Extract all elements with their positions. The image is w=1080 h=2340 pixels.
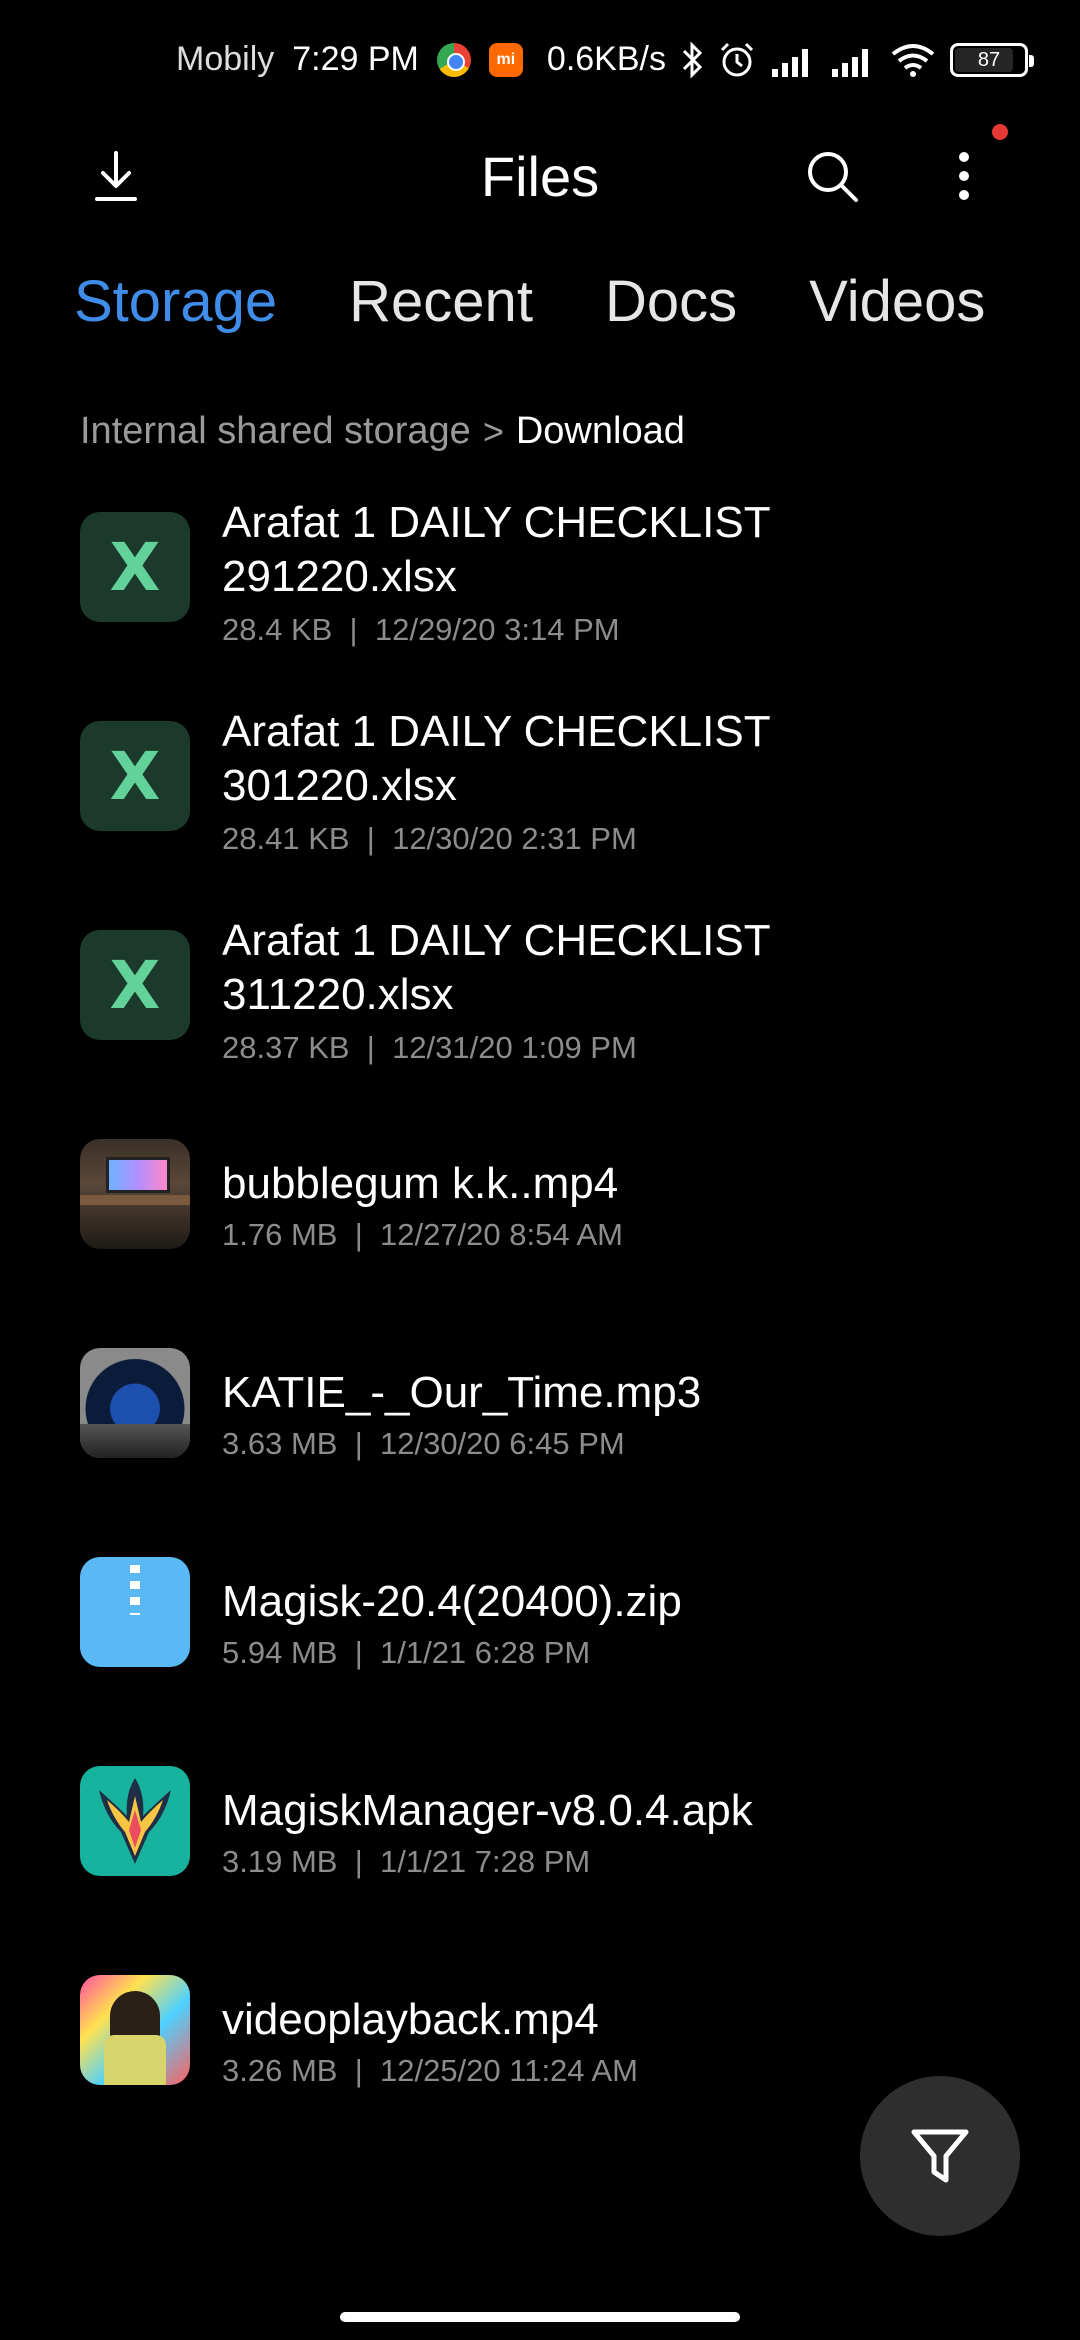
meta-separator: | <box>354 1426 363 1461</box>
more-vert-icon <box>959 152 969 200</box>
meta-separator: | <box>366 1030 375 1065</box>
file-name: videoplayback.mp4 <box>222 1995 599 2044</box>
file-date: 1/1/21 7:28 PM <box>379 1844 591 1879</box>
file-date: 12/30/20 2:31 PM <box>392 821 637 856</box>
mi-icon: mi <box>488 42 523 77</box>
breadcrumb-root[interactable]: Internal shared storage <box>80 410 471 453</box>
file-date: 12/29/20 3:14 PM <box>374 612 620 647</box>
signal-icon-2 <box>832 48 868 77</box>
file-meta: 28.4 KB | 12/29/20 3:14 PM <box>222 612 620 648</box>
file-date: 1/1/21 6:28 PM <box>379 1635 591 1670</box>
battery-icon: 87 <box>950 42 1034 77</box>
chrome-icon <box>436 42 471 77</box>
meta-separator: | <box>354 1217 363 1252</box>
wifi-icon <box>891 43 935 77</box>
file-name: Magisk-20.4(20400).zip <box>222 1577 682 1626</box>
file-list: X Arafat 1 DAILY CHECKLIST 291220.xlsx 2… <box>0 488 1080 2160</box>
magisk-icon <box>80 1766 190 1876</box>
file-name-line: 291220.xlsx <box>222 552 457 601</box>
video-thumbnail <box>80 1139 190 1249</box>
notification-dot <box>992 124 1008 140</box>
file-item[interactable]: X Arafat 1 DAILY CHECKLIST 311220.xlsx 2… <box>0 906 1080 1115</box>
file-name: MagiskManager-v8.0.4.apk <box>222 1786 753 1835</box>
file-date: 12/27/20 8:54 AM <box>379 1217 624 1252</box>
audio-thumbnail <box>80 1348 190 1458</box>
excel-icon: X <box>80 721 190 831</box>
file-meta: 3.19 MB | 1/1/21 7:28 PM <box>222 1844 590 1880</box>
file-date: 12/25/20 11:24 AM <box>379 2053 638 2088</box>
tab-bar: Storage Recent Docs Videos <box>74 268 985 335</box>
file-meta: 3.26 MB | 12/25/20 11:24 AM <box>222 2053 638 2089</box>
file-meta: 28.37 KB | 12/31/20 1:09 PM <box>222 1030 637 1066</box>
file-name: Arafat 1 DAILY CHECKLIST 291220.xlsx <box>222 496 1022 604</box>
file-size: 3.63 MB <box>222 1426 338 1461</box>
filter-button[interactable] <box>860 2076 1020 2236</box>
file-date: 12/31/20 1:09 PM <box>392 1030 637 1065</box>
file-size: 3.26 MB <box>222 2053 338 2088</box>
file-meta: 28.41 KB | 12/30/20 2:31 PM <box>222 821 637 857</box>
file-name-line: Arafat 1 DAILY CHECKLIST <box>222 707 771 756</box>
signal-icon <box>772 48 808 77</box>
meta-separator: | <box>354 2053 363 2088</box>
video-thumbnail <box>80 1975 190 2085</box>
file-size: 1.76 MB <box>222 1217 338 1252</box>
file-item[interactable]: X Arafat 1 DAILY CHECKLIST 301220.xlsx 2… <box>0 697 1080 906</box>
zip-icon <box>80 1557 190 1667</box>
alarm-icon <box>720 42 754 76</box>
meta-separator: | <box>349 612 358 647</box>
more-options-button[interactable] <box>924 136 1004 216</box>
file-size: 28.4 KB <box>222 612 333 647</box>
excel-icon: X <box>80 930 190 1040</box>
page-title: Files <box>480 145 600 208</box>
file-size: 3.19 MB <box>222 1844 338 1879</box>
file-name-line: Arafat 1 DAILY CHECKLIST <box>222 916 771 965</box>
file-name: Arafat 1 DAILY CHECKLIST 311220.xlsx <box>222 914 1022 1022</box>
meta-separator: | <box>366 821 375 856</box>
file-name: bubblegum k.k..mp4 <box>222 1159 619 1208</box>
tab-videos[interactable]: Videos <box>809 268 985 335</box>
file-size: 28.41 KB <box>222 821 350 856</box>
tab-recent[interactable]: Recent <box>349 268 533 335</box>
status-time: 7:29 PM <box>292 40 419 78</box>
tab-storage[interactable]: Storage <box>74 268 277 335</box>
file-item[interactable]: MagiskManager-v8.0.4.apk 3.19 MB | 1/1/2… <box>0 1742 1080 1951</box>
search-button[interactable] <box>792 136 872 216</box>
file-date: 12/30/20 6:45 PM <box>379 1426 625 1461</box>
app-header: Files <box>0 126 1080 226</box>
file-size: 5.94 MB <box>222 1635 338 1670</box>
file-item[interactable]: bubblegum k.k..mp4 1.76 MB | 12/27/20 8:… <box>0 1115 1080 1324</box>
file-item[interactable]: X Arafat 1 DAILY CHECKLIST 291220.xlsx 2… <box>0 488 1080 697</box>
file-name-line: 301220.xlsx <box>222 761 457 810</box>
network-speed: 0.6KB/s <box>546 40 666 78</box>
tab-docs[interactable]: Docs <box>605 268 737 335</box>
file-item[interactable]: Magisk-20.4(20400).zip 5.94 MB | 1/1/21 … <box>0 1533 1080 1742</box>
meta-separator: | <box>354 1635 363 1670</box>
file-name: KATIE_-_Our_Time.mp3 <box>222 1368 702 1417</box>
excel-icon: X <box>80 512 190 622</box>
file-name: Arafat 1 DAILY CHECKLIST 301220.xlsx <box>222 705 1022 813</box>
file-meta: 3.63 MB | 12/30/20 6:45 PM <box>222 1426 625 1462</box>
status-right: 0.6KB/s 87 <box>546 40 1034 79</box>
file-name-line: Arafat 1 DAILY CHECKLIST <box>222 498 771 547</box>
search-icon <box>808 152 858 202</box>
file-meta: 5.94 MB | 1/1/21 6:28 PM <box>222 1635 590 1671</box>
home-indicator[interactable] <box>340 2312 740 2322</box>
status-left: Mobily 7:29 PM mi <box>176 40 523 79</box>
chevron-right-icon: > <box>482 410 504 452</box>
filter-icon <box>911 2129 969 2183</box>
status-bar: Mobily 7:29 PM mi 0.6KB/s 87 <box>0 0 1080 126</box>
breadcrumb-current: Download <box>515 410 685 452</box>
breadcrumb: Internal shared storage > Download <box>80 410 685 453</box>
file-name-line: 311220.xlsx <box>222 970 454 1019</box>
meta-separator: | <box>354 1844 363 1879</box>
file-meta: 1.76 MB | 12/27/20 8:54 AM <box>222 1217 623 1253</box>
file-size: 28.37 KB <box>222 1030 350 1065</box>
carrier-label: Mobily <box>176 40 275 78</box>
bluetooth-icon <box>682 40 703 79</box>
file-item[interactable]: KATIE_-_Our_Time.mp3 3.63 MB | 12/30/20 … <box>0 1324 1080 1533</box>
